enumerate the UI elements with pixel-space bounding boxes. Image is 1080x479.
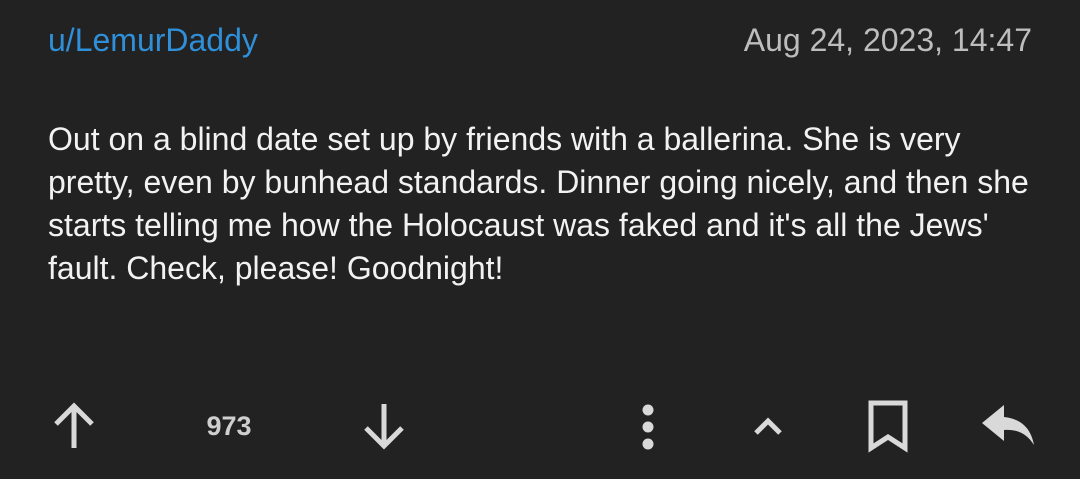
chevron-up-icon — [754, 417, 782, 435]
reply-icon — [982, 405, 1034, 445]
save-button[interactable] — [858, 392, 918, 460]
comment-action-bar: 973 — [0, 392, 1080, 460]
arrow-down-icon — [364, 404, 404, 450]
author-username[interactable]: u/LemurDaddy — [48, 22, 258, 59]
vote-score: 973 — [206, 411, 252, 441]
collapse-button[interactable] — [742, 392, 794, 460]
reply-button[interactable] — [976, 392, 1040, 460]
comment-body: Out on a blind date set up by friends wi… — [48, 121, 1029, 286]
upvote-button[interactable] — [44, 392, 104, 460]
arrow-up-icon — [54, 402, 94, 448]
bookmark-icon — [868, 400, 908, 453]
comment-timestamp: Aug 24, 2023, 14:47 — [743, 21, 1032, 58]
downvote-button[interactable] — [354, 392, 414, 460]
more-vertical-icon — [642, 404, 654, 450]
comment-header: u/LemurDaddy Aug 24, 2023, 14:47 — [48, 18, 1032, 62]
more-options-button[interactable] — [628, 392, 668, 460]
